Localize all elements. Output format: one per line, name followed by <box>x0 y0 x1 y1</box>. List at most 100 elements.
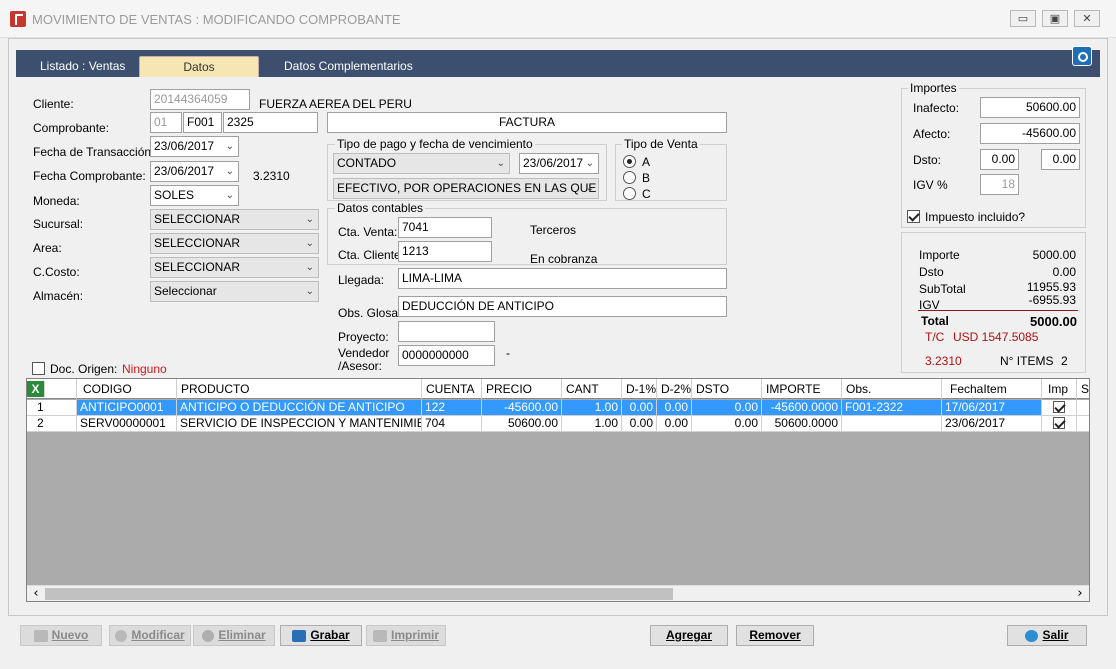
cell-dsto[interactable]: 0.00 <box>692 416 762 432</box>
tipo-pago-select[interactable]: CONTADO ⌄ <box>333 153 510 174</box>
cell-precio[interactable]: 50600.00 <box>482 416 562 432</box>
close-button[interactable]: ✕ <box>1074 10 1100 27</box>
cell-precio[interactable]: -45600.00 <box>482 400 562 416</box>
restore-button[interactable]: ▣ <box>1042 10 1068 27</box>
imp-checkbox[interactable] <box>1053 401 1065 413</box>
imprimir-button[interactable]: Imprimir <box>366 625 446 646</box>
doc-origen-checkbox[interactable] <box>32 362 45 375</box>
cell-dsto[interactable]: 0.00 <box>692 400 762 416</box>
grid-header-producto[interactable]: PRODUCTO <box>177 379 422 399</box>
scroll-right-arrow-icon[interactable]: › <box>1073 586 1087 601</box>
scroll-left-arrow-icon[interactable]: ‹ <box>29 586 43 601</box>
inafecto-field[interactable]: 50600.00 <box>980 97 1080 118</box>
row-number: 2 <box>27 416 77 432</box>
imp-checkbox[interactable] <box>1053 417 1065 429</box>
comprobante-numero-field[interactable]: 2325 <box>223 112 318 133</box>
afecto-field[interactable]: -45600.00 <box>980 123 1080 144</box>
grid-header-cuenta[interactable]: CUENTA <box>422 379 482 399</box>
remover-button[interactable]: Remover <box>736 625 814 646</box>
grid-header-cant[interactable]: CANT <box>562 379 622 399</box>
comprobante-serie-field[interactable]: F001 <box>183 112 222 133</box>
subtotal-value: 11955.93 <box>1026 280 1076 294</box>
cell-fecha[interactable]: 23/06/2017 <box>942 416 1042 432</box>
medio-pago-select[interactable]: EFECTIVO, POR OPERACIONES EN LAS QUE NO ⌄ <box>333 178 599 199</box>
cell-s[interactable] <box>1077 416 1089 432</box>
cell-cuenta[interactable]: 704 <box>422 416 482 432</box>
table-row[interactable]: 2 SERV00000001 SERVICIO DE INSPECCION Y … <box>27 416 1089 432</box>
cell-imp[interactable] <box>1042 400 1077 416</box>
ccosto-select[interactable]: SELECCIONAR ⌄ <box>150 257 319 278</box>
cta-venta-field[interactable]: 7041 <box>398 217 492 238</box>
grid-header-importe[interactable]: IMPORTE <box>762 379 842 399</box>
grid-header-d1[interactable]: D-1% <box>622 379 657 399</box>
agregar-button[interactable]: Agregar <box>650 625 728 646</box>
tipo-venta-radio-c[interactable] <box>623 187 636 200</box>
grid-header-codigo[interactable]: CODIGO <box>77 379 177 399</box>
nuevo-button[interactable]: Nuevo <box>20 625 102 646</box>
tipo-venta-radio-a[interactable] <box>623 155 636 168</box>
table-row[interactable]: 1 ANTICIPO0001 ANTICIPO O DEDUCCIÓN DE A… <box>27 400 1089 416</box>
asesor-label: /Asesor: <box>338 359 383 373</box>
cell-d1[interactable]: 0.00 <box>622 400 657 416</box>
grabar-button[interactable]: Grabar <box>280 625 362 646</box>
tab-listado-ventas[interactable]: Listado : Ventas <box>26 56 139 77</box>
cell-codigo[interactable]: ANTICIPO0001 <box>77 400 177 416</box>
cell-cant[interactable]: 1.00 <box>562 416 622 432</box>
moneda-select[interactable]: SOLES ⌄ <box>150 185 239 206</box>
grid-header-dsto[interactable]: DSTO <box>692 379 762 399</box>
cell-d1[interactable]: 0.00 <box>622 416 657 432</box>
llegada-field[interactable]: LIMA-LIMA <box>398 268 727 289</box>
fecha-comprobante-picker[interactable]: 23/06/2017 ⌄ <box>150 161 239 182</box>
impuesto-incluido-checkbox[interactable] <box>907 210 920 223</box>
cell-cuenta[interactable]: 122 <box>422 400 482 416</box>
cell-producto[interactable]: ANTICIPO O DEDUCCIÓN DE ANTICIPO <box>177 400 422 416</box>
almacen-value: Seleccionar <box>154 284 217 298</box>
tab-datos-generales[interactable]: Datos Generales <box>139 56 259 95</box>
scrollbar-thumb[interactable] <box>45 588 673 600</box>
grid-header-imp[interactable]: Imp <box>1042 379 1077 399</box>
grid-header-precio[interactable]: PRECIO <box>482 379 562 399</box>
grid-horizontal-scrollbar[interactable]: ‹ › <box>27 585 1089 601</box>
dsto-field-2[interactable]: 0.00 <box>1041 149 1080 170</box>
cell-producto[interactable]: SERVICIO DE INSPECCION Y MANTENIMIEN... <box>177 416 422 432</box>
cell-s[interactable] <box>1077 400 1089 416</box>
area-select[interactable]: SELECCIONAR ⌄ <box>150 233 319 254</box>
cell-fecha[interactable]: 17/06/2017 <box>942 400 1042 416</box>
cliente-ruc-field[interactable]: 20144364059 <box>150 89 250 110</box>
fecha-transaccion-picker[interactable]: 23/06/2017 ⌄ <box>150 136 239 157</box>
dsto-field-1[interactable]: 0.00 <box>980 149 1019 170</box>
almacen-select[interactable]: Seleccionar ⌄ <box>150 281 319 302</box>
grid-header-obs[interactable]: Obs. <box>842 379 942 399</box>
cell-obs[interactable] <box>842 416 942 432</box>
vendedor-field[interactable]: 0000000000 <box>398 345 495 366</box>
proyecto-field[interactable] <box>398 321 495 342</box>
tab-datos-complementarios[interactable]: Datos Complementarios <box>270 56 427 77</box>
cell-cant[interactable]: 1.00 <box>562 400 622 416</box>
settings-gear-icon[interactable] <box>1072 46 1092 66</box>
grid-header-d2[interactable]: D-2% <box>657 379 692 399</box>
cell-d2[interactable]: 0.00 <box>657 416 692 432</box>
sucursal-select[interactable]: SELECCIONAR ⌄ <box>150 209 319 230</box>
modificar-button[interactable]: Modificar <box>109 625 191 646</box>
cell-importe[interactable]: -45600.0000 <box>762 400 842 416</box>
excel-export-icon[interactable]: X <box>27 381 45 397</box>
cta-cliente-field[interactable]: 1213 <box>398 241 492 262</box>
cell-obs[interactable]: F001-2322 <box>842 400 942 416</box>
eliminar-button[interactable]: Eliminar <box>193 625 275 646</box>
cell-codigo[interactable]: SERV00000001 <box>77 416 177 432</box>
cell-imp[interactable] <box>1042 416 1077 432</box>
fecha-vencimiento-picker[interactable]: 23/06/2017 ⌄ <box>519 153 599 174</box>
subtotal-label: SubTotal <box>919 282 966 296</box>
grid-header: X CODIGO PRODUCTO CUENTA PRECIO CANT D-1… <box>27 379 1089 399</box>
grid-header-fechaitem[interactable]: FechaItem <box>942 379 1042 399</box>
cell-importe[interactable]: 50600.0000 <box>762 416 842 432</box>
llegada-label: Llegada: <box>338 273 385 287</box>
minimize-button[interactable]: ▭ <box>1010 10 1036 27</box>
salir-button[interactable]: Salir <box>1007 625 1087 646</box>
tipo-venta-radio-b[interactable] <box>623 171 636 184</box>
obs-glosa-field[interactable]: DEDUCCIÓN DE ANTICIPO <box>398 296 727 317</box>
grid-header-s[interactable]: S <box>1077 379 1089 399</box>
cell-d2[interactable]: 0.00 <box>657 400 692 416</box>
igv-field[interactable]: 18 <box>980 174 1019 195</box>
comprobante-tipo-field[interactable]: 01 <box>150 112 182 133</box>
